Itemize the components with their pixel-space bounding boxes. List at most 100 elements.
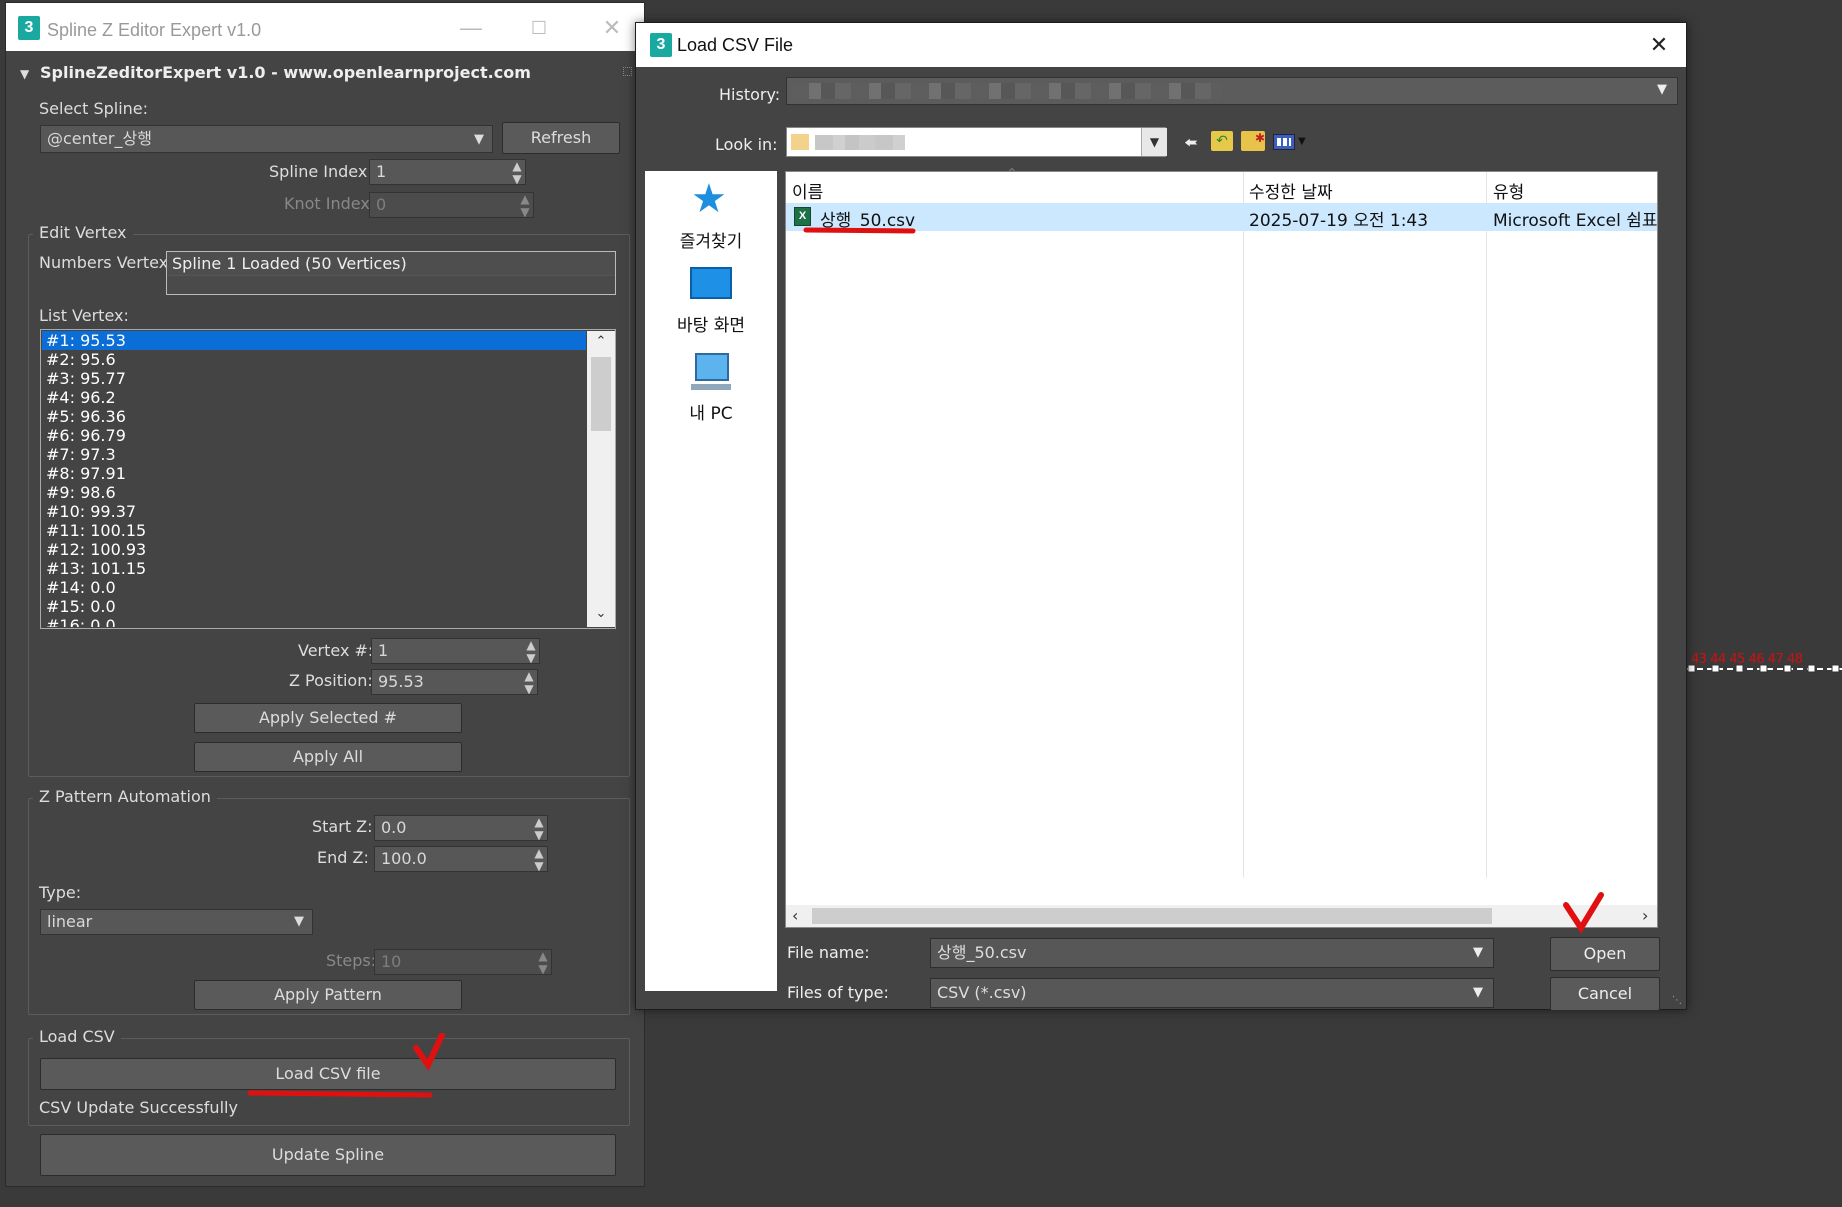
column-header-modified[interactable]: 수정한 날짜 — [1249, 178, 1333, 203]
checkmark-annotation-icon — [413, 1033, 445, 1071]
scroll-up-icon[interactable]: ⌃ — [587, 331, 615, 353]
spinner-arrows-icon[interactable]: ▲ ▼ — [533, 816, 545, 840]
scroll-thumb[interactable] — [591, 357, 611, 431]
list-item[interactable]: #10: 99.37 — [42, 502, 586, 521]
column-header-type[interactable]: 유형 — [1493, 178, 1524, 203]
list-item[interactable]: #7: 97.3 — [42, 445, 586, 464]
rollout-grip-icon — [623, 67, 632, 76]
close-icon[interactable]: ✕ — [1639, 25, 1679, 65]
z-position-label: Z Position: — [289, 671, 373, 690]
place-label: 즐겨찾기 — [679, 232, 743, 252]
spinner-arrows-icon[interactable]: ▲ ▼ — [511, 160, 523, 184]
chevron-down-icon: ▼ — [474, 132, 484, 147]
rollout-collapse-icon[interactable]: ▼ — [20, 67, 29, 81]
look-in-arrow-box[interactable]: ▼ — [1141, 128, 1167, 156]
knot-index-label: Knot Index: — [284, 194, 376, 213]
list-item[interactable]: #13: 101.15 — [42, 559, 586, 578]
horizontal-scrollbar[interactable]: ‹ › — [786, 905, 1657, 927]
select-spline-dropdown[interactable]: @center_상행 ▼ — [40, 125, 493, 153]
edit-vertex-group-title: Edit Vertex — [33, 223, 133, 242]
chevron-down-icon: ▼ — [294, 914, 304, 929]
knot-index-value: 0 — [376, 195, 387, 214]
refresh-button[interactable]: Refresh — [502, 122, 620, 154]
scroll-down-icon[interactable]: ⌄ — [587, 603, 615, 625]
column-divider — [1486, 172, 1487, 878]
vertex-list-rows: #1: 95.53 #2: 95.6 #3: 95.77 #4: 96.2 #5… — [42, 331, 586, 627]
apply-selected-button[interactable]: Apply Selected # — [194, 703, 462, 733]
minimize-icon[interactable]: — — [451, 8, 491, 48]
files-of-type-dropdown[interactable]: CSV (*.csv) ▼ — [930, 978, 1494, 1008]
vertex-num-spinner[interactable]: 1 ▲ ▼ — [371, 638, 540, 664]
spline-editor-titlebar[interactable]: 3 Spline Z Editor Expert v1.0 — ☐ ✕ — [6, 3, 644, 51]
column-divider — [1243, 172, 1244, 878]
view-menu-icon[interactable] — [1273, 134, 1295, 150]
spinner-arrows-icon: ▲ ▼ — [538, 949, 548, 975]
list-item[interactable]: #4: 96.2 — [42, 388, 586, 407]
spline-editor-window: 3 Spline Z Editor Expert v1.0 — ☐ ✕ ▼ Sp… — [5, 2, 645, 1187]
history-value-blurred — [791, 83, 1221, 99]
end-z-spinner[interactable]: 100.0 ▲ ▼ — [374, 846, 548, 872]
type-dropdown[interactable]: linear ▼ — [40, 909, 313, 935]
list-item[interactable]: #5: 96.36 — [42, 407, 586, 426]
cancel-button[interactable]: Cancel — [1550, 977, 1660, 1011]
list-item[interactable]: #3: 95.77 — [42, 369, 586, 388]
update-spline-button[interactable]: Update Spline — [40, 1134, 616, 1176]
close-icon[interactable]: ✕ — [592, 8, 632, 48]
list-item[interactable]: #12: 100.93 — [42, 540, 586, 559]
spinner-arrows-icon[interactable]: ▲ ▼ — [523, 670, 535, 694]
scroll-thumb[interactable] — [812, 908, 1492, 924]
vertex-num-label: Vertex #: — [298, 641, 374, 660]
column-header-name[interactable]: 이름 — [792, 178, 823, 203]
start-z-spinner[interactable]: 0.0 ▲ ▼ — [374, 815, 548, 841]
list-item[interactable]: #1: 95.53 — [42, 331, 586, 350]
vertex-list-scrollbar[interactable]: ⌃ ⌄ — [587, 331, 615, 627]
open-button[interactable]: Open — [1550, 937, 1660, 971]
list-item[interactable]: #14: 0.0 — [42, 578, 586, 597]
vertex-listbox[interactable]: #1: 95.53 #2: 95.6 #3: 95.77 #4: 96.2 #5… — [40, 329, 616, 629]
table-row[interactable]: X 상행_50.csv 2025-07-19 오전 1:43 Microsoft… — [786, 203, 1657, 231]
scroll-left-icon[interactable]: ‹ — [792, 906, 798, 925]
z-position-spinner[interactable]: 95.53 ▲ ▼ — [371, 669, 538, 695]
type-value: linear — [47, 912, 93, 931]
place-pc[interactable]: 내 PC — [645, 353, 777, 425]
load-csv-dialog: 3 Load CSV File ✕ History: ▼ Look in: ▼ … — [635, 22, 1687, 1011]
spinner-arrows-icon: ▲ ▼ — [520, 192, 530, 218]
apply-all-button[interactable]: Apply All — [194, 742, 462, 772]
rollout-title[interactable]: SplineZeditorExpert v1.0 - www.openlearn… — [40, 63, 531, 82]
apply-pattern-button[interactable]: Apply Pattern — [194, 980, 462, 1010]
place-desktop[interactable]: 바탕 화면 — [645, 267, 777, 339]
file-list[interactable]: ⌃ 이름 수정한 날짜 유형 X 상행_50.csv 2025-07-19 오전… — [785, 166, 1658, 928]
place-favorites[interactable]: ★ 즐겨찾기 — [645, 179, 777, 252]
spline-index-spinner[interactable]: 1 ▲ ▼ — [369, 159, 526, 185]
list-item[interactable]: #15: 0.0 — [42, 597, 586, 616]
list-item[interactable]: #16: 0.0 — [42, 616, 586, 627]
list-item[interactable]: #8: 97.91 — [42, 464, 586, 483]
vertex-number: 48 — [1786, 652, 1803, 667]
new-folder-icon[interactable]: ✱ — [1241, 131, 1265, 151]
file-name-input[interactable]: 상행_50.csv ▼ — [930, 938, 1494, 968]
view-menu-arrow-icon[interactable]: ▼ — [1298, 136, 1306, 147]
dialog-titlebar[interactable]: 3 Load CSV File ✕ — [636, 23, 1686, 67]
file-modified-cell: 2025-07-19 오전 1:43 — [1249, 211, 1429, 231]
excel-file-icon: X — [794, 207, 811, 226]
spinner-arrows-icon[interactable]: ▲ ▼ — [533, 847, 545, 871]
list-item[interactable]: #9: 98.6 — [42, 483, 586, 502]
knot-index-spinner: 0 ▲ ▼ — [369, 192, 534, 218]
maximize-icon[interactable]: ☐ — [519, 8, 559, 48]
scroll-right-icon[interactable]: › — [1642, 906, 1648, 925]
history-dropdown[interactable]: ▼ — [786, 77, 1678, 105]
pc-icon — [695, 353, 729, 381]
look-in-dropdown[interactable]: ▼ — [786, 127, 1167, 157]
select-spline-value: @center_상행 — [47, 129, 152, 148]
sort-caret-icon: ⌃ — [1006, 166, 1018, 182]
up-folder-icon[interactable]: ↶ — [1211, 131, 1233, 151]
spinner-arrows-icon[interactable]: ▲ ▼ — [525, 639, 537, 663]
list-item[interactable]: #2: 95.6 — [42, 350, 586, 369]
places-bar: ★ 즐겨찾기 바탕 화면 내 PC — [645, 171, 777, 991]
file-name-label: File name: — [787, 943, 870, 962]
resize-grip-icon[interactable]: ⋱ — [1672, 995, 1682, 1006]
list-item[interactable]: #11: 100.15 — [42, 521, 586, 540]
back-arrow-icon[interactable]: 🢘 — [1184, 131, 1198, 161]
list-item[interactable]: #6: 96.79 — [42, 426, 586, 445]
end-z-value: 100.0 — [381, 849, 427, 868]
